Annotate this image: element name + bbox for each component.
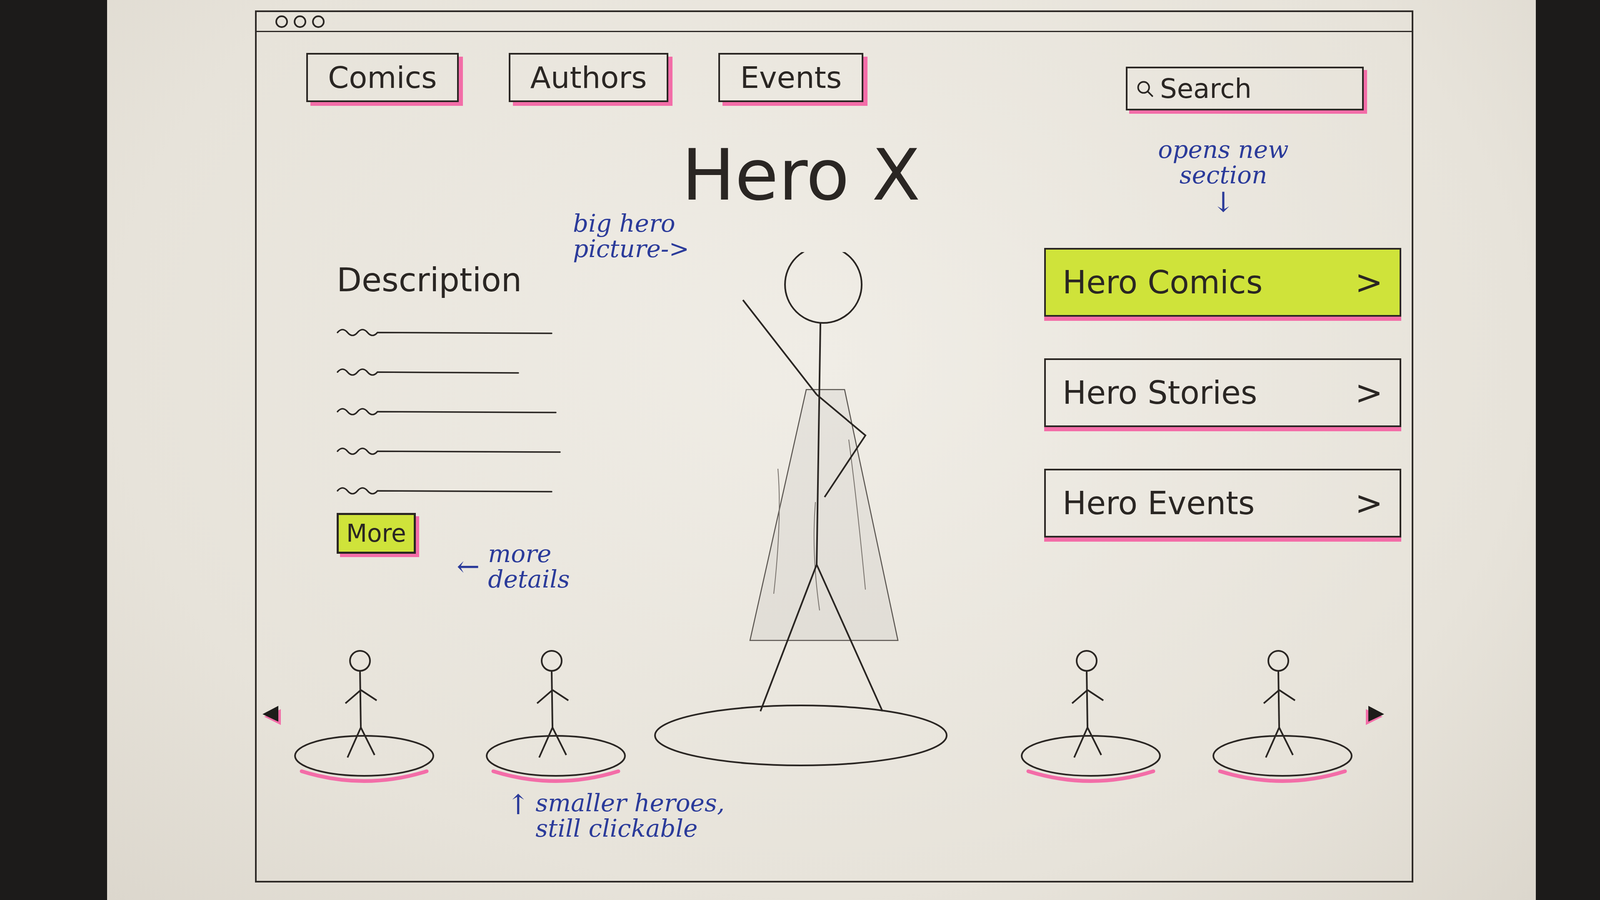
hero-thumbnail[interactable] <box>1015 644 1166 786</box>
annotation-text: opens new section <box>1123 137 1324 188</box>
section-link[interactable]: Hero Events > <box>1044 468 1402 538</box>
window-control-icon[interactable] <box>275 15 288 28</box>
description-text <box>336 323 562 499</box>
magnifier-icon <box>1135 79 1155 98</box>
annotation-arrow: ← <box>456 552 480 581</box>
right-column: Hero Comics >Hero Stories >Hero Events > <box>949 118 1412 881</box>
search-placeholder: Search <box>1160 73 1252 105</box>
previous-arrow-icon[interactable] <box>260 702 285 728</box>
section-label: Hero Comics <box>1062 263 1263 301</box>
hero-thumbnail[interactable] <box>1207 644 1358 786</box>
text-line <box>336 402 558 420</box>
window-control-icon[interactable] <box>312 15 325 28</box>
window-control-icon[interactable] <box>293 15 307 28</box>
section-label: Hero Stories <box>1062 374 1258 412</box>
text-line <box>336 323 554 340</box>
nav-button[interactable]: Authors <box>508 52 669 103</box>
hero-title: Hero X <box>681 139 921 211</box>
annotation-arrow: ↑ <box>506 790 530 820</box>
description-heading: Description <box>336 262 522 299</box>
description: Description More <box>256 118 653 554</box>
hero-carousel-left <box>256 644 653 786</box>
hero-thumbnail[interactable] <box>289 644 440 786</box>
annotation: ↑ smaller heroes, still clickable <box>506 790 753 842</box>
annotation-arrow: ↓ <box>1211 187 1235 217</box>
featured-hero: Hero X <box>652 118 950 881</box>
search-field[interactable]: Search <box>1125 66 1364 111</box>
nav-button[interactable]: Comics <box>306 52 459 103</box>
annotation: opens new section ↓ <box>1123 137 1324 217</box>
annotation-text: more details <box>487 541 601 593</box>
chevron-icon: > <box>1355 262 1383 302</box>
text-line <box>336 362 520 380</box>
text-line <box>336 481 554 499</box>
section-label: Hero Events <box>1062 484 1255 522</box>
annotation: ← more details <box>456 541 601 593</box>
annotation-text: smaller heroes, still clickable <box>535 790 753 842</box>
section-link[interactable]: Hero Stories > <box>1044 358 1402 428</box>
title-bar <box>256 12 1412 33</box>
annotation: big hero picture-> <box>572 210 723 262</box>
hero-thumbnail[interactable] <box>480 644 631 786</box>
nav-bar: Comics Authors Events Search <box>256 32 1412 119</box>
hero-page: Description More Hero X Hero Comics >Her… <box>256 118 1412 881</box>
text-line <box>336 442 562 459</box>
browser-window: Comics Authors Events Search Description M… <box>255 10 1414 883</box>
sketch-paper: Comics Authors Events Search Description M… <box>107 0 1536 900</box>
more-button[interactable]: More <box>336 512 416 554</box>
hero-carousel-right <box>949 644 1412 786</box>
section-link[interactable]: Hero Comics > <box>1044 247 1402 317</box>
nav-button[interactable]: Events <box>718 52 864 103</box>
next-arrow-icon[interactable] <box>1361 702 1387 728</box>
hero-picture <box>652 252 950 768</box>
chevron-icon: > <box>1355 373 1383 413</box>
desk: Comics Authors Events Search Description M… <box>0 0 1600 900</box>
chevron-icon: > <box>1355 483 1383 523</box>
